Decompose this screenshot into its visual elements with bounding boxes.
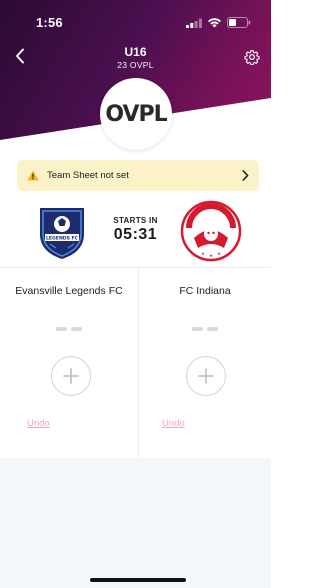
home-team-column: Evansville Legends FC Undo <box>0 268 138 458</box>
status-bar: 1:56 <box>0 0 271 44</box>
plus-icon <box>63 368 79 384</box>
away-undo-link[interactable]: Undo <box>162 418 185 429</box>
status-icons <box>186 17 251 28</box>
page-subtitle: 23 OVPL <box>117 60 154 70</box>
events-area <box>0 458 271 588</box>
match-summary: LEGENDS FC STARTS IN 05:31 <box>0 200 271 266</box>
home-add-button[interactable] <box>51 356 91 396</box>
status-time: 1:56 <box>36 15 63 30</box>
league-logo: OVPL <box>100 78 172 150</box>
away-team-name: FC Indiana <box>179 285 231 297</box>
away-score-placeholder <box>139 327 271 331</box>
warning-icon <box>27 170 39 181</box>
home-indicator[interactable] <box>90 578 186 582</box>
wifi-icon <box>208 18 221 28</box>
cellular-signal-icon <box>186 18 202 28</box>
team-sheet-alert[interactable]: Team Sheet not set <box>17 160 259 191</box>
away-team-column: FC Indiana Undo <box>139 268 271 458</box>
score-dash <box>56 327 67 331</box>
away-add-button[interactable] <box>186 356 226 396</box>
score-dash <box>207 327 218 331</box>
home-undo-link[interactable]: Undo <box>27 418 50 429</box>
settings-button[interactable] <box>241 46 263 68</box>
battery-icon <box>227 17 251 28</box>
league-logo-text: OVPL <box>105 101 167 127</box>
home-team-name: Evansville Legends FC <box>15 285 123 297</box>
alert-text: Team Sheet not set <box>47 170 129 181</box>
chevron-right-icon <box>242 170 249 181</box>
score-dash <box>71 327 82 331</box>
page-title: U16 <box>124 45 147 59</box>
score-dash <box>192 327 203 331</box>
gear-icon <box>244 50 260 65</box>
away-team-badge[interactable] <box>180 200 242 262</box>
home-score-placeholder <box>0 327 138 331</box>
plus-icon <box>198 368 214 384</box>
